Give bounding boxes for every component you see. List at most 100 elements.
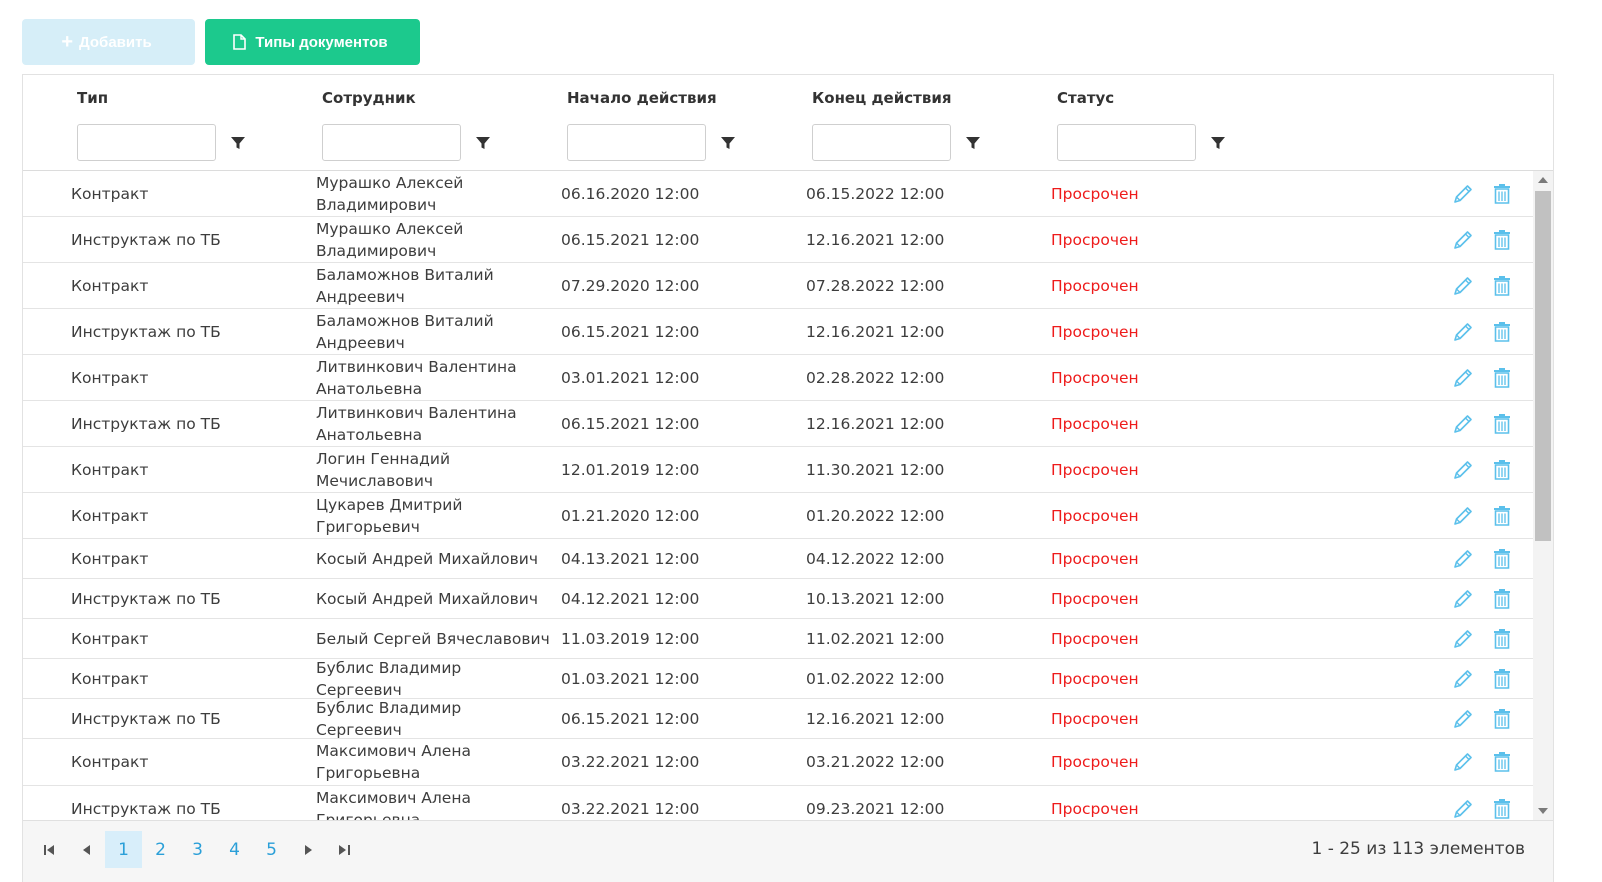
edit-pencil-icon[interactable] bbox=[1452, 786, 1474, 820]
edit-pencil-icon[interactable] bbox=[1452, 539, 1474, 578]
edit-pencil-icon[interactable] bbox=[1452, 401, 1474, 446]
table-row[interactable]: Инструктаж по ТБ Мурашко Алексей Владимир… bbox=[23, 217, 1533, 263]
vertical-scrollbar[interactable] bbox=[1533, 171, 1553, 820]
edit-pencil-icon[interactable] bbox=[1452, 171, 1474, 216]
page-button-3[interactable]: 3 bbox=[179, 831, 216, 868]
table-row[interactable]: Контракт Косый Андрей Михайлович 04.13.202… bbox=[23, 539, 1533, 579]
scrollbar-thumb[interactable] bbox=[1535, 191, 1551, 541]
add-button-label: Добавить bbox=[79, 33, 152, 51]
table-row[interactable]: Инструктаж по ТБ Бублис Владимир Сергееви… bbox=[23, 699, 1533, 739]
filter-icon[interactable] bbox=[965, 135, 981, 151]
edit-pencil-icon[interactable] bbox=[1452, 579, 1474, 618]
table-row[interactable]: Инструктаж по ТБ Косый Андрей Михайлович 0… bbox=[23, 579, 1533, 619]
filter-input-end[interactable] bbox=[812, 124, 951, 161]
filter-input-start[interactable] bbox=[567, 124, 706, 161]
cell-type: Инструктаж по ТБ bbox=[71, 709, 221, 728]
cell-status: Просрочен bbox=[1051, 184, 1139, 203]
edit-pencil-icon[interactable] bbox=[1452, 619, 1474, 658]
cell-employee: Косый Андрей Михайлович bbox=[316, 589, 539, 608]
grid-header: Тип Сотрудник Начало действия Конец дейс… bbox=[23, 75, 1553, 171]
document-types-label: Типы документов bbox=[255, 33, 388, 51]
delete-trash-icon[interactable] bbox=[1493, 539, 1511, 578]
cell-status: Просрочен bbox=[1051, 460, 1139, 479]
table-row[interactable]: Контракт Максимович Алена Григорьевна 03.2… bbox=[23, 739, 1533, 786]
cell-employee: Цукарев Дмитрий Григорьевич bbox=[316, 495, 463, 536]
table-row[interactable]: Контракт Бублис Владимир Сергеевич 01.03.2… bbox=[23, 659, 1533, 699]
delete-trash-icon[interactable] bbox=[1493, 659, 1511, 698]
last-page-icon[interactable] bbox=[326, 831, 363, 868]
column-title[interactable]: Конец действия bbox=[812, 89, 951, 107]
cell-start-date: 06.15.2021 12:00 bbox=[561, 709, 700, 728]
edit-pencil-icon[interactable] bbox=[1452, 447, 1474, 492]
table-row[interactable]: Контракт Литвинкович Валентина Анатольевн… bbox=[23, 355, 1533, 401]
table-row[interactable]: Контракт Логин Геннадий Мечиславович 12.01… bbox=[23, 447, 1533, 493]
delete-trash-icon[interactable] bbox=[1493, 447, 1511, 492]
first-page-icon[interactable] bbox=[31, 831, 68, 868]
delete-trash-icon[interactable] bbox=[1493, 263, 1511, 308]
delete-trash-icon[interactable] bbox=[1493, 217, 1511, 262]
edit-pencil-icon[interactable] bbox=[1452, 355, 1474, 400]
filter-icon[interactable] bbox=[1210, 135, 1226, 151]
cell-status: Просрочен bbox=[1051, 276, 1139, 295]
cell-end-date: 06.15.2022 12:00 bbox=[806, 184, 945, 203]
edit-pencil-icon[interactable] bbox=[1452, 493, 1474, 538]
page-button-5[interactable]: 5 bbox=[253, 831, 290, 868]
cell-start-date: 03.01.2021 12:00 bbox=[561, 368, 700, 387]
cell-status: Просрочен bbox=[1051, 414, 1139, 433]
scroll-up-arrow-icon[interactable] bbox=[1538, 177, 1548, 183]
delete-trash-icon[interactable] bbox=[1493, 786, 1511, 820]
cell-end-date: 12.16.2021 12:00 bbox=[806, 230, 945, 249]
delete-trash-icon[interactable] bbox=[1493, 401, 1511, 446]
prev-page-icon[interactable] bbox=[68, 831, 105, 868]
cell-status: Просрочен bbox=[1051, 549, 1139, 568]
cell-employee: Мурашко Алексей Владимирович bbox=[316, 173, 464, 214]
page-button-1[interactable]: 1 bbox=[105, 831, 142, 868]
edit-pencil-icon[interactable] bbox=[1452, 263, 1474, 308]
plus-icon: + bbox=[61, 30, 74, 53]
delete-trash-icon[interactable] bbox=[1493, 619, 1511, 658]
cell-end-date: 07.28.2022 12:00 bbox=[806, 276, 945, 295]
table-row[interactable]: Контракт Баламожнов Виталий Андреевич 07.2… bbox=[23, 263, 1533, 309]
next-page-icon[interactable] bbox=[290, 831, 327, 868]
table-row[interactable]: Контракт Цукарев Дмитрий Григорьевич 01.21… bbox=[23, 493, 1533, 539]
filter-input-status[interactable] bbox=[1057, 124, 1196, 161]
edit-pencil-icon[interactable] bbox=[1452, 309, 1474, 354]
delete-trash-icon[interactable] bbox=[1493, 309, 1511, 354]
document-types-button[interactable]: Типы документов bbox=[205, 19, 420, 65]
delete-trash-icon[interactable] bbox=[1493, 171, 1511, 216]
cell-end-date: 11.30.2021 12:00 bbox=[806, 460, 945, 479]
edit-pencil-icon[interactable] bbox=[1452, 659, 1474, 698]
page-button-2[interactable]: 2 bbox=[142, 831, 179, 868]
edit-pencil-icon[interactable] bbox=[1452, 699, 1474, 738]
column-title[interactable]: Сотрудник bbox=[322, 89, 416, 107]
delete-trash-icon[interactable] bbox=[1493, 699, 1511, 738]
delete-trash-icon[interactable] bbox=[1493, 739, 1511, 785]
table-row[interactable]: Контракт Мурашко Алексей Владимирович 06.1… bbox=[23, 171, 1533, 217]
delete-trash-icon[interactable] bbox=[1493, 579, 1511, 618]
cell-employee: Литвинкович Валентина Анатольевна bbox=[316, 403, 517, 444]
delete-trash-icon[interactable] bbox=[1493, 355, 1511, 400]
cell-end-date: 01.02.2022 12:00 bbox=[806, 669, 945, 688]
delete-trash-icon[interactable] bbox=[1493, 493, 1511, 538]
cell-type: Контракт bbox=[71, 276, 149, 295]
filter-input-type[interactable] bbox=[77, 124, 216, 161]
table-row[interactable]: Инструктаж по ТБ Баламожнов Виталий Андре… bbox=[23, 309, 1533, 355]
cell-type: Контракт bbox=[71, 669, 149, 688]
scroll-down-arrow-icon[interactable] bbox=[1538, 808, 1548, 814]
filter-icon[interactable] bbox=[720, 135, 736, 151]
edit-pencil-icon[interactable] bbox=[1452, 739, 1474, 785]
cell-type: Контракт bbox=[71, 753, 149, 771]
filter-input-employee[interactable] bbox=[322, 124, 461, 161]
filter-icon[interactable] bbox=[230, 135, 246, 151]
edit-pencil-icon[interactable] bbox=[1452, 217, 1474, 262]
column-title[interactable]: Тип bbox=[77, 89, 108, 107]
filter-icon[interactable] bbox=[475, 135, 491, 151]
cell-start-date: 06.15.2021 12:00 bbox=[561, 414, 700, 433]
table-row[interactable]: Контракт Белый Сергей Вячеславович 11.03.2… bbox=[23, 619, 1533, 659]
page-button-4[interactable]: 4 bbox=[216, 831, 253, 868]
column-title[interactable]: Начало действия bbox=[567, 89, 717, 107]
table-row[interactable]: Инструктаж по ТБ Максимович Алена Григорь… bbox=[23, 786, 1533, 820]
table-row[interactable]: Инструктаж по ТБ Литвинкович Валентина Ан… bbox=[23, 401, 1533, 447]
add-button[interactable]: + Добавить bbox=[22, 19, 195, 65]
column-title[interactable]: Статус bbox=[1057, 89, 1114, 107]
